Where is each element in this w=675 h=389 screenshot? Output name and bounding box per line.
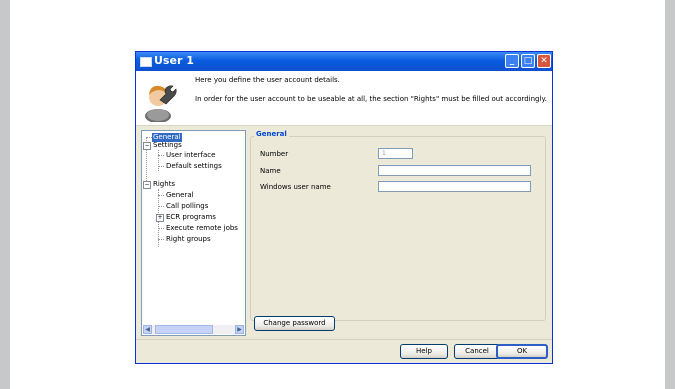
close-button[interactable]: ✕ [537, 54, 551, 68]
maximize-button[interactable]: □ [521, 54, 535, 68]
expand-toggle-ecr-programs[interactable]: + [156, 214, 164, 222]
user-wrench-icon [145, 85, 177, 122]
user-dialog: User 1 _ □ ✕ Here you define the user ac… [135, 51, 553, 364]
name-field[interactable] [378, 165, 531, 176]
button-bar-separator [136, 339, 552, 340]
tree-item-right-groups[interactable]: Right groups [166, 235, 211, 244]
settings-tree[interactable]: General − Settings User interface Defaul… [141, 130, 246, 336]
change-password-button[interactable]: Change password [254, 316, 335, 331]
tree-connector [158, 228, 164, 229]
collapse-toggle-settings[interactable]: − [143, 142, 151, 150]
help-button[interactable]: Help [400, 344, 448, 359]
tree-item-default-settings[interactable]: Default settings [166, 162, 222, 171]
scroll-left-icon[interactable]: ◀ [143, 325, 152, 334]
header-description: Here you define the user account details… [195, 76, 340, 84]
tree-connector [158, 195, 164, 196]
number-field[interactable]: 1 [378, 148, 413, 159]
tree-item-settings[interactable]: Settings [153, 141, 182, 150]
scrollbar-thumb[interactable] [155, 325, 213, 334]
tree-item-user-interface[interactable]: User interface [166, 151, 215, 160]
tree-connector [158, 150, 159, 171]
group-title: General [254, 130, 289, 138]
general-groupbox [250, 136, 546, 321]
tree-connector [158, 206, 164, 207]
tree-item-ecr-programs[interactable]: ECR programs [166, 213, 216, 222]
window-icon [140, 57, 152, 67]
scroll-right-icon[interactable]: ▶ [235, 325, 244, 334]
tree-item-execute-remote-jobs[interactable]: Execute remote jobs [166, 224, 238, 233]
tree-connector [158, 239, 164, 240]
tree-horizontal-scrollbar[interactable]: ◀ ▶ [143, 325, 244, 334]
cancel-button[interactable]: Cancel [454, 344, 500, 359]
number-label: Number [260, 150, 289, 158]
windows-user-name-label: Windows user name [260, 183, 331, 191]
title-bar[interactable]: User 1 _ □ ✕ [136, 52, 552, 71]
tree-item-rights-general[interactable]: General [166, 191, 194, 200]
dialog-header: Here you define the user account details… [136, 71, 552, 126]
name-label: Name [260, 167, 281, 175]
tree-item-call-pollings[interactable]: Call pollings [166, 202, 208, 211]
window-title: User 1 [154, 54, 194, 67]
header-note: In order for the user account to be usea… [195, 95, 547, 103]
windows-user-name-field[interactable] [378, 181, 531, 192]
minimize-button[interactable]: _ [505, 54, 519, 68]
tree-item-rights[interactable]: Rights [153, 180, 175, 189]
tree-connector [158, 166, 164, 167]
collapse-toggle-rights[interactable]: − [143, 181, 151, 189]
tree-connector [158, 155, 164, 156]
ok-button[interactable]: OK [496, 344, 548, 359]
